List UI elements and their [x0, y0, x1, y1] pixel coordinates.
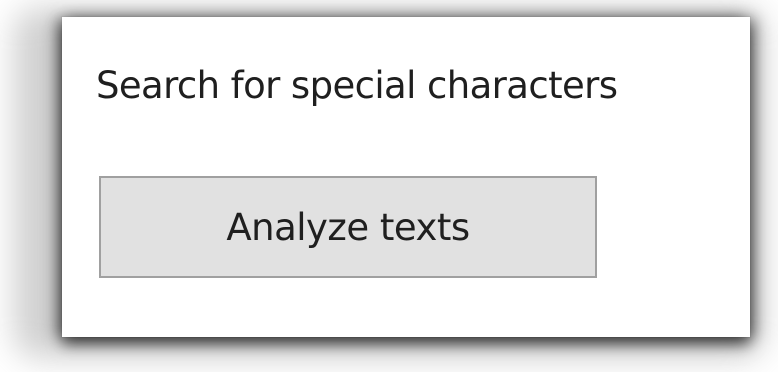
special-characters-panel: Search for special characters Analyze te… [62, 17, 750, 337]
analyze-texts-button[interactable]: Analyze texts [99, 176, 597, 278]
section-heading: Search for special characters [96, 64, 618, 107]
